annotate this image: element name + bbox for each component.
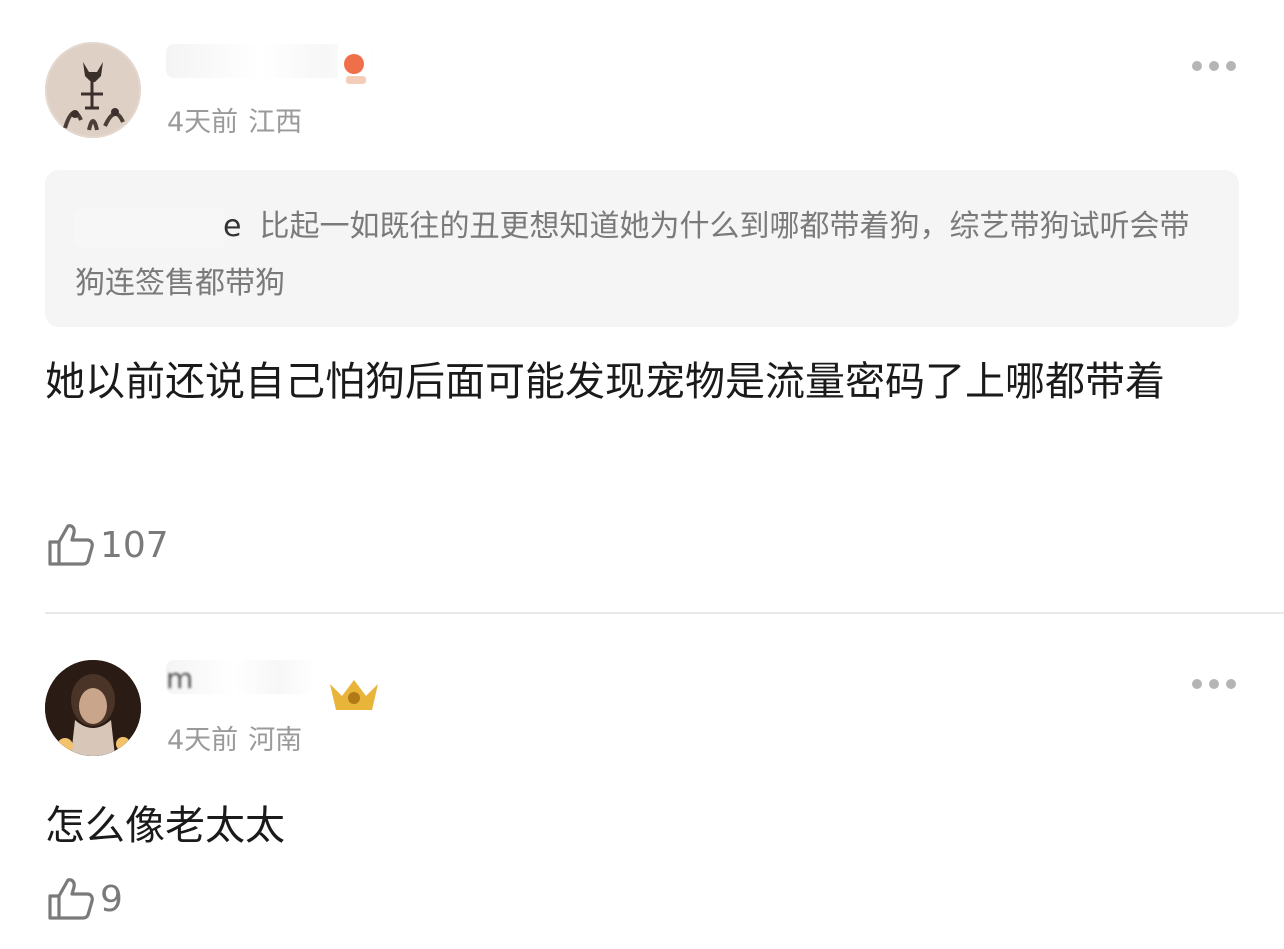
comment-content: 她以前还说自己怕狗后面可能发现宠物是流量密码了上哪都带着 <box>45 359 1165 405</box>
comment-item: 4天前 江西 e 比起一如既往的丑更想知道她为什么到哪都带着狗，综艺带狗试听会带狗… <box>0 0 1284 612</box>
comment-content: 怎么像老太太 <box>45 803 285 849</box>
thumbs-up-icon <box>48 878 94 920</box>
quoted-text: 比起一如既往的丑更想知道她为什么到哪都带着狗，综艺带狗试听会带狗连签售都带狗 <box>75 209 1190 301</box>
like-button[interactable]: 107 <box>46 522 169 568</box>
quoted-username[interactable]: e <box>75 198 241 255</box>
like-count: 9 <box>100 878 123 920</box>
comment-time: 4天前 <box>167 725 239 756</box>
user-badge-icon <box>322 676 386 720</box>
comment-location: 江西 <box>248 107 303 138</box>
avatar-image <box>45 42 141 138</box>
like-count: 107 <box>100 524 169 566</box>
like-button[interactable]: 9 <box>46 876 123 922</box>
comment-meta: 4天前 江西 <box>167 100 302 139</box>
username[interactable]: m <box>166 662 195 695</box>
avatar[interactable] <box>45 42 141 138</box>
comment-item: m 4天前 河南 怎么像老太太 9 <box>0 614 1284 949</box>
comment-time: 4天前 <box>167 107 239 138</box>
more-dots-icon[interactable] <box>1192 59 1236 73</box>
more-dots-icon[interactable] <box>1192 677 1236 691</box>
thumbs-up-icon <box>48 524 94 566</box>
avatar[interactable] <box>45 660 141 756</box>
comment-location: 河南 <box>248 725 303 756</box>
quoted-reply[interactable]: e 比起一如既往的丑更想知道她为什么到哪都带着狗，综艺带狗试听会带狗连签售都带狗 <box>45 170 1239 327</box>
user-badge-icon <box>334 40 374 100</box>
avatar-image <box>45 660 141 756</box>
comment-meta: 4天前 河南 <box>167 718 302 757</box>
